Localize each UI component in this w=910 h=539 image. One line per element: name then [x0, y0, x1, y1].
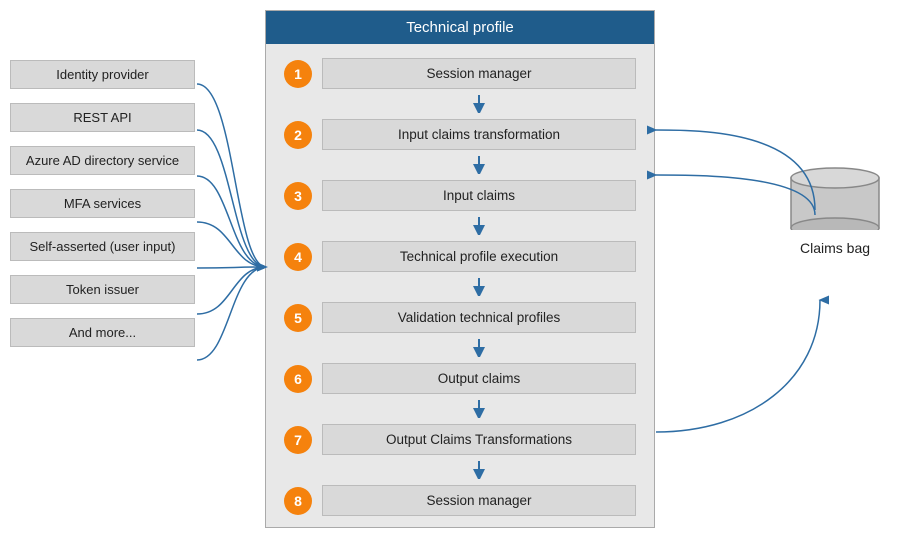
step-badge-7: 7 [284, 426, 312, 454]
step-row-4: 4 Technical profile execution [284, 241, 636, 272]
step-row-3: 3 Input claims [284, 180, 636, 211]
claims-bag-label: Claims bag [800, 240, 870, 256]
step-row-8: 8 Session manager [284, 485, 636, 516]
step-row-2: 2 Input claims transformation [284, 119, 636, 150]
left-item-identity-provider: Identity provider [10, 60, 195, 89]
step-badge-4: 4 [284, 243, 312, 271]
arrow-down-3-4 [322, 217, 636, 235]
arrow-down-1-2 [322, 95, 636, 113]
tech-profile-panel: Technical profile 1 Session manager 2 In… [265, 10, 655, 528]
diagram-container: Technical profile 1 Session manager 2 In… [0, 0, 910, 539]
step-box-8: Session manager [322, 485, 636, 516]
step-box-3: Input claims [322, 180, 636, 211]
arrow-down-5-6 [322, 339, 636, 357]
step-box-6: Output claims [322, 363, 636, 394]
arrow-down-4-5 [322, 278, 636, 296]
tech-profile-header: Technical profile [266, 11, 654, 44]
step-badge-5: 5 [284, 304, 312, 332]
step-row-6: 6 Output claims [284, 363, 636, 394]
step-badge-6: 6 [284, 365, 312, 393]
step-badge-3: 3 [284, 182, 312, 210]
step-row-1: 1 Session manager [284, 58, 636, 89]
cylinder-icon [790, 160, 880, 230]
arrow-down-2-3 [322, 156, 636, 174]
arrow-down-6-7 [322, 400, 636, 418]
claims-bag: Claims bag [790, 160, 880, 256]
step-badge-2: 2 [284, 121, 312, 149]
left-item-azure-ad: Azure AD directory service [10, 146, 195, 175]
step-box-1: Session manager [322, 58, 636, 89]
step-row-5: 5 Validation technical profiles [284, 302, 636, 333]
step-badge-1: 1 [284, 60, 312, 88]
left-item-mfa: MFA services [10, 189, 195, 218]
step-box-5: Validation technical profiles [322, 302, 636, 333]
step-box-7: Output Claims Transformations [322, 424, 636, 455]
left-item-token-issuer: Token issuer [10, 275, 195, 304]
step-row-7: 7 Output Claims Transformations [284, 424, 636, 455]
left-item-self-asserted: Self-asserted (user input) [10, 232, 195, 261]
arrow-down-7-8 [322, 461, 636, 479]
left-items: Identity provider REST API Azure AD dire… [10, 60, 195, 347]
left-item-and-more: And more... [10, 318, 195, 347]
step-box-4: Technical profile execution [322, 241, 636, 272]
step-badge-8: 8 [284, 487, 312, 515]
steps-container: 1 Session manager 2 Input claims transfo… [266, 48, 654, 526]
step-box-2: Input claims transformation [322, 119, 636, 150]
left-item-rest-api: REST API [10, 103, 195, 132]
